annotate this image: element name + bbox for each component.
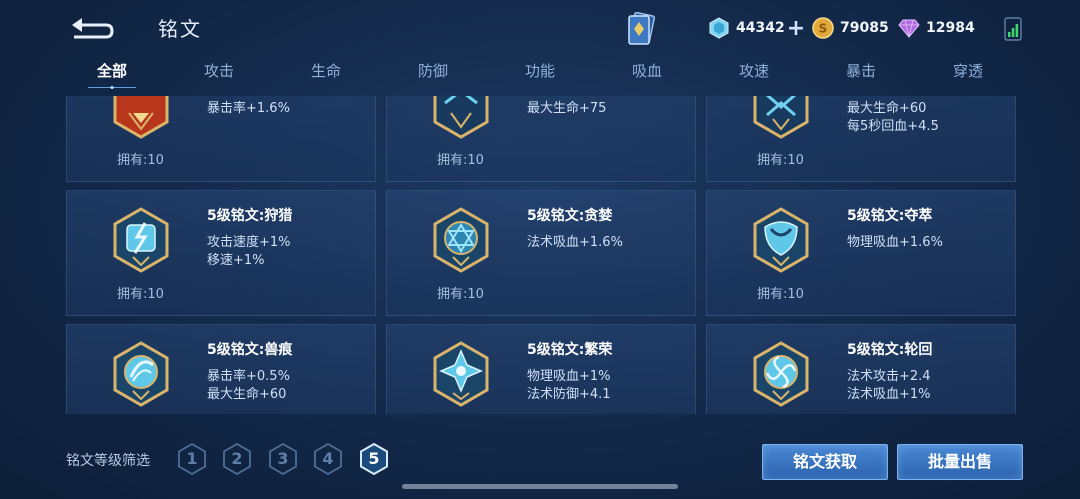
home-indicator[interactable]: [402, 484, 678, 489]
rune-name: 5级铭文:夺萃: [847, 208, 933, 224]
rune-name: 5级铭文:狩猎: [207, 208, 293, 224]
tab-utility[interactable]: 功能: [486, 60, 594, 81]
rune-card-prosperity[interactable]: 5级铭文:繁荣 物理吸血+1% 法术防御+4.1: [386, 324, 696, 414]
tab-lifesteal[interactable]: 吸血: [593, 60, 701, 81]
rune-attribute: 暴击率+0.5%: [207, 369, 290, 384]
gem-amount: 12984: [926, 20, 975, 36]
rune-name: 5级铭文:轮回: [847, 342, 933, 358]
gold-coin-icon: S: [812, 17, 834, 39]
red-rune-emblem-icon: [113, 96, 169, 139]
rune-card[interactable]: 暴击率+1.6% 拥有:10: [66, 96, 376, 182]
owned-count: 拥有:10: [437, 153, 484, 168]
level-filter-label-5: 5: [368, 449, 380, 468]
top-bar: 铭文 44342 + S 79085 12984: [0, 0, 1080, 56]
crystal-icon: [709, 17, 729, 39]
gold-amount: 79085: [840, 20, 889, 36]
owned-count: 拥有:10: [757, 153, 804, 168]
rune-card-greed[interactable]: 5级铭文:贪婪 法术吸血+1.6% 拥有:10: [386, 190, 696, 316]
rune-attribute: 最大生命+60: [207, 387, 287, 402]
rune-grid: 暴击率+1.6% 拥有:10 最大生命+75 拥有:10 最大生命+60 每5秒…: [66, 96, 1016, 414]
gold-currency: S 79085: [812, 15, 889, 41]
greed-rune-emblem-icon: [433, 207, 489, 273]
rune-attribute: 法术防御+4.1: [527, 387, 611, 402]
rune-attribute: 最大生命+75: [527, 101, 607, 116]
rune-attribute: 物理吸血+1.6%: [847, 235, 943, 250]
level-filter-2[interactable]: 2: [222, 442, 252, 476]
level-filter-label-3: 3: [277, 449, 289, 468]
tab-penetration[interactable]: 穿透: [914, 60, 1022, 81]
level-filter-3[interactable]: 3: [268, 442, 298, 476]
level-filter-4[interactable]: 4: [313, 442, 343, 476]
rune-card-beastmark[interactable]: 5级铭文:兽痕 暴击率+0.5% 最大生命+60: [66, 324, 376, 414]
rune-card[interactable]: 最大生命+60 每5秒回血+4.5 拥有:10: [706, 96, 1016, 182]
purple-gem-icon: [898, 19, 920, 38]
tab-all[interactable]: 全部: [58, 60, 166, 81]
level-filter-label-1: 1: [186, 449, 198, 468]
diamond-currency: 44342 +: [708, 15, 805, 41]
rune-book-icon[interactable]: [626, 12, 656, 46]
rune-name: 5级铭文:兽痕: [207, 342, 293, 358]
plunder-rune-emblem-icon: [753, 207, 809, 273]
rune-attribute: 法术攻击+2.4: [847, 369, 931, 384]
level-filter-label-2: 2: [231, 449, 243, 468]
reincarnation-rune-emblem-icon: [753, 341, 809, 407]
active-tab-indicator: [88, 86, 136, 89]
page-title: 铭文: [158, 17, 202, 41]
level-filter-label-4: 4: [322, 449, 334, 468]
svg-text:S: S: [819, 22, 828, 36]
beastmark-rune-emblem-icon: [113, 341, 169, 407]
hunt-rune-emblem-icon: [113, 207, 169, 273]
rune-name: 5级铭文:贪婪: [527, 208, 613, 224]
gem-currency: 12984: [898, 15, 975, 41]
rune-card[interactable]: 最大生命+75 拥有:10: [386, 96, 696, 182]
add-currency-button[interactable]: +: [787, 16, 805, 41]
rune-card-reincarnation[interactable]: 5级铭文:轮回 法术攻击+2.4 法术吸血+1%: [706, 324, 1016, 414]
bulk-sell-button[interactable]: 批量出售: [897, 444, 1023, 480]
category-tabs: 全部 攻击 生命 防御 功能 吸血 攻速 暴击 穿透: [58, 60, 1080, 92]
blue-rune-emblem-icon: [753, 96, 809, 139]
signal-battery-icon: [1004, 17, 1022, 41]
level-filter-1[interactable]: 1: [177, 442, 207, 476]
tab-attack-speed[interactable]: 攻速: [700, 60, 808, 81]
rune-attribute: 最大生命+60: [847, 101, 927, 116]
owned-count: 拥有:10: [117, 287, 164, 302]
rune-attribute: 物理吸血+1%: [527, 369, 611, 384]
prosperity-rune-emblem-icon: [433, 341, 489, 407]
tab-critical[interactable]: 暴击: [807, 60, 915, 81]
tab-health[interactable]: 生命: [272, 60, 380, 81]
rune-card-hunt[interactable]: 5级铭文:狩猎 攻击速度+1% 移速+1% 拥有:10: [66, 190, 376, 316]
rune-card-plunder[interactable]: 5级铭文:夺萃 物理吸血+1.6% 拥有:10: [706, 190, 1016, 316]
rune-attribute: 法术吸血+1%: [847, 387, 931, 402]
back-arrow-icon[interactable]: [68, 12, 116, 42]
owned-count: 拥有:10: [437, 287, 484, 302]
owned-count: 拥有:10: [757, 287, 804, 302]
tab-defense[interactable]: 防御: [379, 60, 487, 81]
owned-count: 拥有:10: [117, 153, 164, 168]
level-filter-label: 铭文等级筛选: [66, 453, 150, 469]
rune-attribute: 每5秒回血+4.5: [847, 119, 939, 134]
rune-attribute: 暴击率+1.6%: [207, 101, 290, 116]
level-filter-5-selected[interactable]: 5: [359, 442, 389, 476]
rune-attribute: 移速+1%: [207, 253, 265, 268]
diamond-amount: 44342: [736, 20, 785, 36]
rune-attribute: 法术吸血+1.6%: [527, 235, 623, 250]
rune-attribute: 攻击速度+1%: [207, 235, 291, 250]
rune-obtain-button[interactable]: 铭文获取: [762, 444, 888, 480]
tab-attack[interactable]: 攻击: [165, 60, 273, 81]
blue-rune-emblem-icon: [433, 96, 489, 139]
rune-name: 5级铭文:繁荣: [527, 342, 613, 358]
